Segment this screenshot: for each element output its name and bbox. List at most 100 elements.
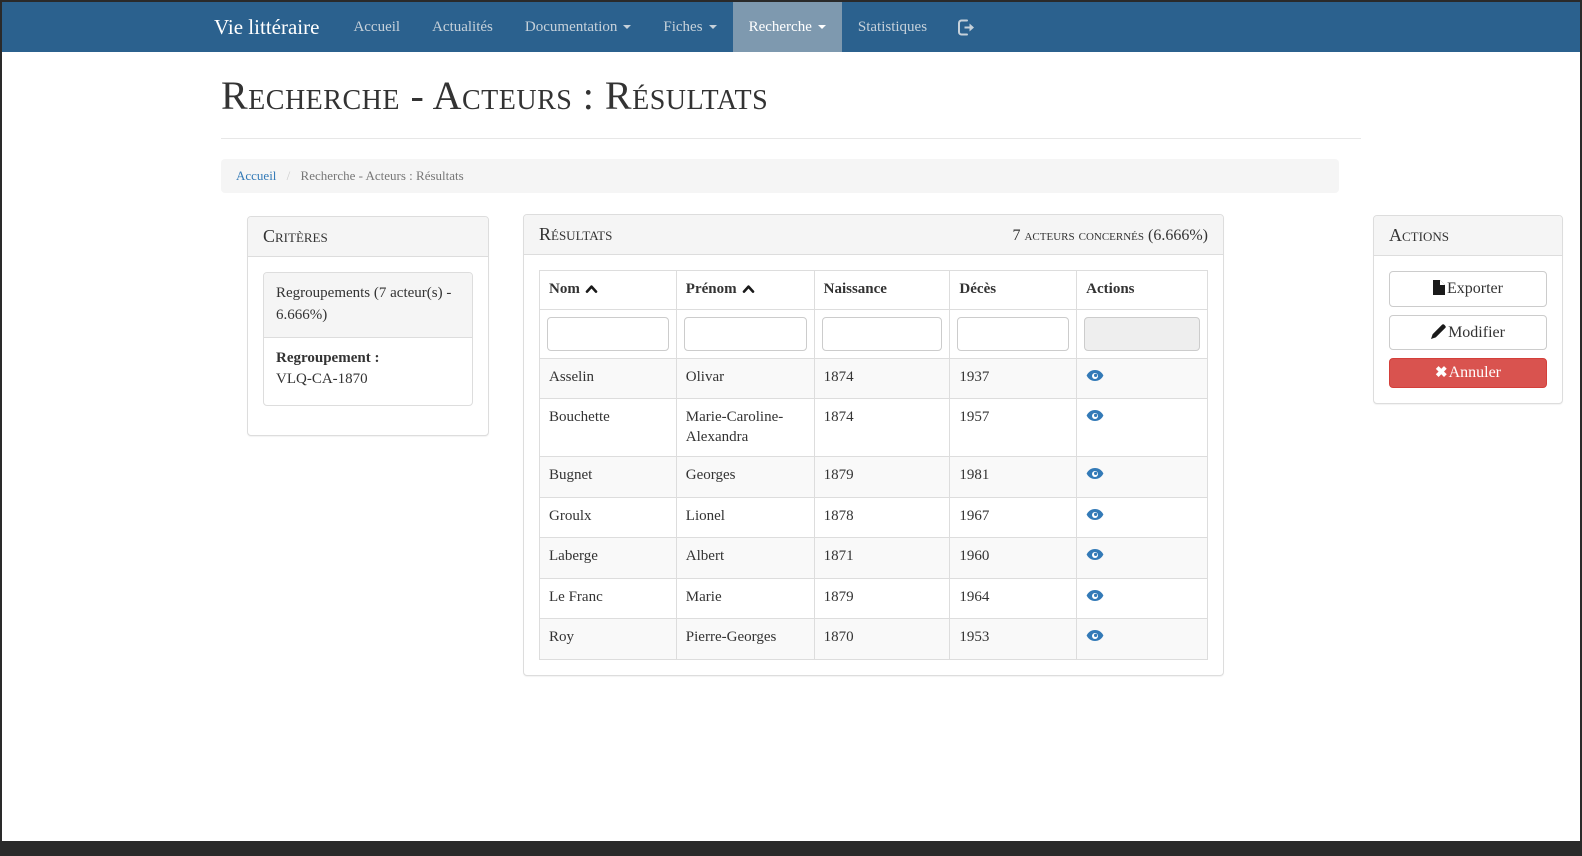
cell-prenom: Marie <box>676 578 814 619</box>
results-panel-title: Résultats <box>539 224 612 245</box>
eye-icon <box>1086 507 1104 522</box>
criteria-panel-title: Critères <box>248 217 488 257</box>
actions-panel: Actions Exporter Modifier ✖Annuler <box>1373 215 1563 404</box>
filter-input-naissance[interactable] <box>822 317 943 351</box>
cell-nom: Bugnet <box>540 457 677 498</box>
table-row: Bugnet Georges 1879 1981 <box>540 457 1208 498</box>
cell-nom: Le Franc <box>540 578 677 619</box>
filter-input-nom[interactable] <box>547 317 669 351</box>
view-record-button[interactable] <box>1086 368 1104 383</box>
cell-nom: Groulx <box>540 497 677 538</box>
cell-deces: 1957 <box>950 399 1077 457</box>
nav-item-recherche: Recherche <box>733 2 842 52</box>
cell-prenom: Georges <box>676 457 814 498</box>
caret-down-icon <box>818 25 826 29</box>
cell-nom: Roy <box>540 619 677 660</box>
view-record-button[interactable] <box>1086 628 1104 643</box>
cell-naissance: 1870 <box>814 619 950 660</box>
cell-prenom: Albert <box>676 538 814 579</box>
filter-input-deces[interactable] <box>957 317 1069 351</box>
filter-input-prenom[interactable] <box>684 317 807 351</box>
nav-label: Documentation <box>525 19 617 36</box>
sort-asc-icon <box>742 284 755 294</box>
caret-down-icon <box>709 25 717 29</box>
nav-link-fiches[interactable]: Fiches <box>647 2 732 52</box>
column-header-nom[interactable]: Nom <box>540 271 677 310</box>
table-row: Asselin Olivar 1874 1937 <box>540 358 1208 399</box>
table-filter-row <box>540 309 1208 358</box>
cell-deces: 1937 <box>950 358 1077 399</box>
caret-down-icon <box>623 25 631 29</box>
eye-icon <box>1086 466 1104 481</box>
breadcrumb-separator: / <box>287 168 291 183</box>
nav-item-statistiques: Statistiques <box>842 2 943 52</box>
title-divider <box>221 138 1361 139</box>
criteria-panel: Critères Regroupements (7 acteur(s) - 6.… <box>247 216 489 436</box>
eye-icon <box>1086 628 1104 643</box>
nav-link-accueil[interactable]: Accueil <box>337 2 416 52</box>
cell-deces: 1960 <box>950 538 1077 579</box>
cancel-label: Annuler <box>1449 364 1501 381</box>
criteria-group-label: Regroupement : <box>276 348 460 370</box>
view-record-button[interactable] <box>1086 588 1104 603</box>
column-label: Naissance <box>824 281 887 297</box>
cell-deces: 1964 <box>950 578 1077 619</box>
eye-icon <box>1086 408 1104 423</box>
page-title: Recherche - Acteurs : Résultats <box>221 74 1361 118</box>
breadcrumb-home-link[interactable]: Accueil <box>236 168 276 183</box>
cell-prenom: Olivar <box>676 358 814 399</box>
cell-naissance: 1874 <box>814 399 950 457</box>
table-row: Laberge Albert 1871 1960 <box>540 538 1208 579</box>
column-header-naissance[interactable]: Naissance <box>814 271 950 310</box>
cell-deces: 1981 <box>950 457 1077 498</box>
sign-out-icon <box>957 19 976 36</box>
brand-link[interactable]: Vie littéraire <box>214 2 337 52</box>
nav-link-actualites[interactable]: Actualités <box>416 2 509 52</box>
file-icon <box>1433 280 1445 295</box>
nav-item-documentation: Documentation <box>509 2 647 52</box>
view-record-button[interactable] <box>1086 408 1104 423</box>
view-record-button[interactable] <box>1086 547 1104 562</box>
cell-naissance: 1871 <box>814 538 950 579</box>
nav-link-documentation[interactable]: Documentation <box>509 2 647 52</box>
nav-link-statistiques[interactable]: Statistiques <box>842 2 943 52</box>
cell-naissance: 1874 <box>814 358 950 399</box>
cell-nom: Laberge <box>540 538 677 579</box>
column-label: Actions <box>1086 281 1134 297</box>
criteria-group-panel: Regroupements (7 acteur(s) - 6.666%) Reg… <box>263 272 473 406</box>
criteria-group-value: VLQ-CA-1870 <box>276 369 460 391</box>
logout-button[interactable] <box>943 2 990 52</box>
nav-item-logout <box>943 2 990 52</box>
modify-button[interactable]: Modifier <box>1389 315 1547 351</box>
view-record-button[interactable] <box>1086 466 1104 481</box>
nav-label: Actualités <box>432 19 493 36</box>
eye-icon <box>1086 588 1104 603</box>
filter-input-actions-disabled <box>1084 317 1200 351</box>
main-nav: Accueil Actualités Documentation <box>337 2 990 52</box>
actions-panel-title: Actions <box>1374 216 1562 256</box>
table-header-row: Nom Prénom Naissance Décès Actions <box>540 271 1208 310</box>
nav-label: Fiches <box>663 19 702 36</box>
cell-prenom: Marie-Caroline-Alexandra <box>676 399 814 457</box>
nav-item-accueil: Accueil <box>337 2 416 52</box>
eye-icon <box>1086 547 1104 562</box>
criteria-group-title: Regroupements (7 acteur(s) - 6.666%) <box>264 273 472 338</box>
view-record-button[interactable] <box>1086 507 1104 522</box>
breadcrumb: Accueil / Recherche - Acteurs : Résultat… <box>221 159 1339 193</box>
column-header-actions: Actions <box>1077 271 1208 310</box>
pencil-icon <box>1431 324 1446 339</box>
column-header-prenom[interactable]: Prénom <box>676 271 814 310</box>
browser-page: Vie littéraire Accueil Actualités Docume… <box>0 0 1582 856</box>
column-header-deces[interactable]: Décès <box>950 271 1077 310</box>
cell-nom: Asselin <box>540 358 677 399</box>
eye-icon <box>1086 368 1104 383</box>
cell-prenom: Pierre-Georges <box>676 619 814 660</box>
cancel-button[interactable]: ✖Annuler <box>1389 358 1547 388</box>
nav-link-recherche[interactable]: Recherche <box>733 2 842 52</box>
export-button[interactable]: Exporter <box>1389 271 1547 307</box>
table-row: Groulx Lionel 1878 1967 <box>540 497 1208 538</box>
nav-item-fiches: Fiches <box>647 2 732 52</box>
column-label: Prénom <box>686 281 737 297</box>
top-navbar: Vie littéraire Accueil Actualités Docume… <box>2 2 1580 52</box>
cell-naissance: 1879 <box>814 578 950 619</box>
